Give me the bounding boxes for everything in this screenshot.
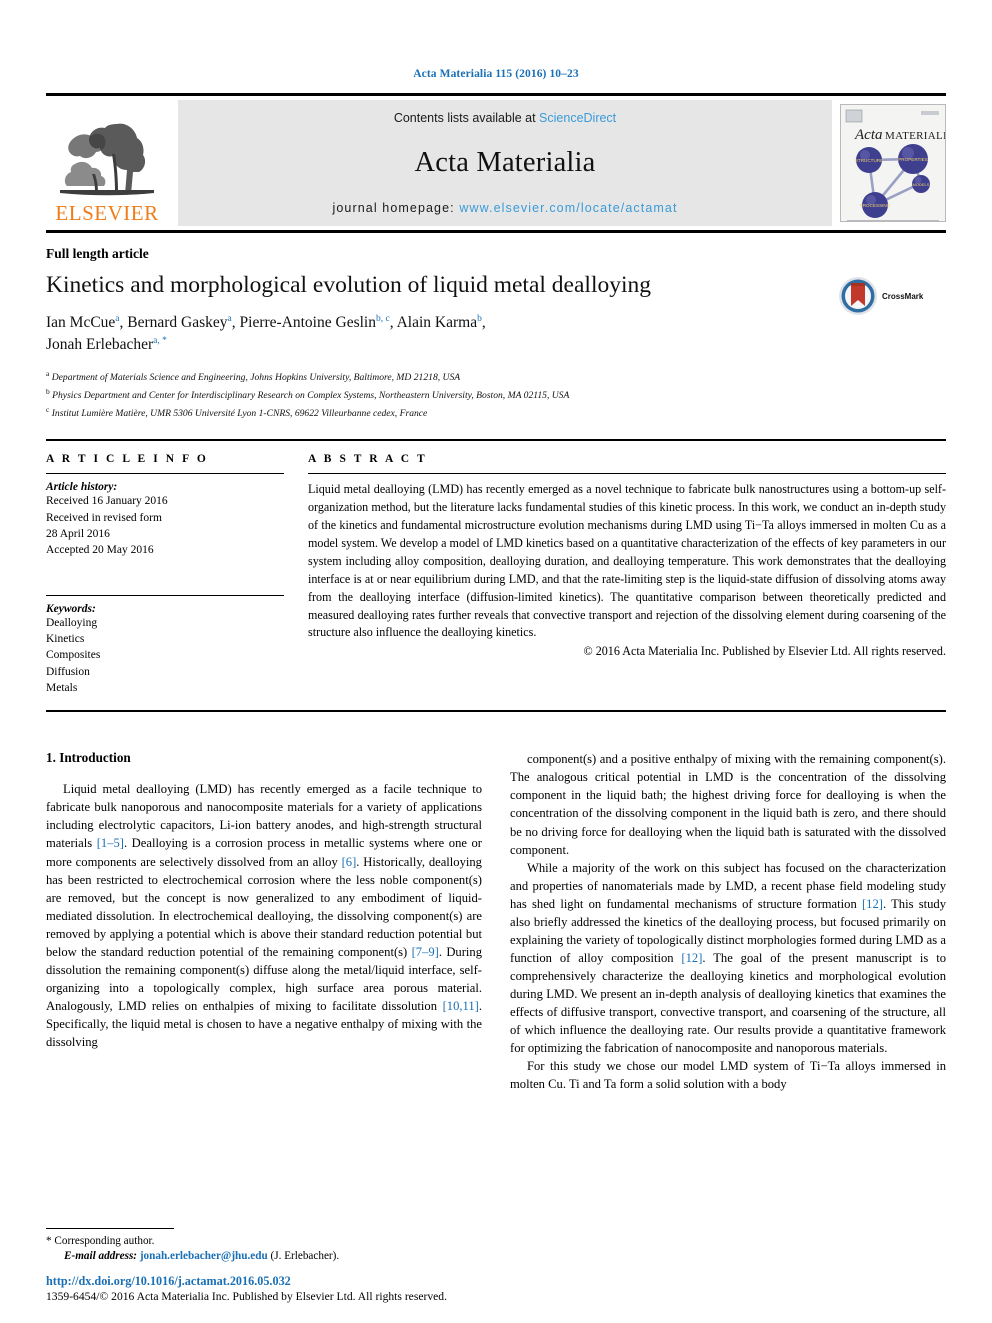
affiliation-mark: a	[46, 369, 50, 379]
citation-link[interactable]: [12]	[681, 951, 702, 965]
article-history-item: Accepted 20 May 2016	[46, 544, 154, 557]
affiliation-list: a Department of Materials Science and En…	[46, 368, 946, 421]
body-columns: 1. Introduction Liquid metal dealloying …	[46, 750, 946, 1093]
affiliation-mark: b	[46, 386, 50, 396]
journal-title: Acta Materialia	[414, 147, 596, 178]
intro-right-paragraphs: component(s) and a positive enthalpy of …	[510, 750, 946, 1093]
email-label: E-mail address:	[64, 1250, 138, 1263]
article-type-label: Full length article	[46, 246, 149, 261]
article-history-item: Received in revised form	[46, 511, 162, 524]
divider	[46, 1227, 174, 1229]
doi-link[interactable]: http://dx.doi.org/10.1016/j.actamat.2016…	[46, 1273, 606, 1289]
author-name: Ian McCue	[46, 314, 116, 332]
keywords-label: Keywords:	[46, 602, 96, 615]
homepage-prefix: journal homepage:	[332, 201, 460, 215]
author-line-2: Jonah Erlebachera, *	[46, 336, 167, 353]
svg-text:Acta: Acta	[854, 127, 883, 143]
corresponding-author-line: * Corresponding author.	[46, 1234, 155, 1247]
citation-link[interactable]: [10,11]	[443, 999, 479, 1013]
info-abstract-block: A R T I C L E I N F O Article history: R…	[46, 439, 946, 713]
body-column-right: component(s) and a positive enthalpy of …	[510, 750, 946, 1093]
abstract-heading: A B S T R A C T	[308, 453, 428, 466]
email-suffix: (J. Erlebacher).	[270, 1250, 340, 1263]
article-history-lines: Received 16 January 2016 Received in revi…	[46, 493, 284, 558]
journal-cover-image: Acta MATERIALIA	[841, 105, 945, 221]
body-paragraph: While a majority of the work on this sub…	[510, 860, 946, 1056]
divider	[308, 473, 946, 475]
title-block: Kinetics and morphological evolution of …	[46, 272, 946, 356]
article-history-item: Received 16 January 2016	[46, 495, 168, 508]
author-line-1: Ian McCuea, Bernard Gaskeya, Pierre-Anto…	[46, 313, 486, 332]
abstract-column: A B S T R A C T Liquid metal dealloying …	[302, 453, 946, 696]
intro-left-paragraphs: Liquid metal dealloying (LMD) has recent…	[46, 780, 482, 1051]
elsevier-wordmark: ELSEVIER	[55, 201, 159, 225]
citation-link[interactable]: [6]	[342, 855, 357, 869]
crossmark-badge[interactable]: CrossMark	[838, 272, 946, 316]
affiliation-item: c Institut Lumière Matière, UMR 5306 Uni…	[46, 404, 428, 419]
divider	[46, 594, 284, 596]
body-paragraph: Liquid metal dealloying (LMD) has recent…	[46, 782, 482, 1050]
sciencedirect-link[interactable]: ScienceDirect	[539, 111, 616, 125]
svg-text:STRUCTURE: STRUCTURE	[855, 158, 883, 163]
citation-link[interactable]: [12]	[862, 897, 883, 911]
abstract-copyright: © 2016 Acta Materialia Inc. Published by…	[583, 644, 946, 659]
crossmark-label: CrossMark	[882, 291, 924, 301]
running-head: Acta Materialia 115 (2016) 10–23	[413, 68, 579, 80]
author-affiliation-mark: a, *	[153, 335, 167, 346]
author-list: Ian McCuea, Bernard Gaskeya, Pierre-Anto…	[46, 312, 824, 356]
paper-page: Acta Materialia 115 (2016) 10–23 ELSEVIE…	[0, 0, 992, 1323]
article-info-heading: A R T I C L E I N F O	[46, 453, 209, 466]
journal-homepage-line: journal homepage: www.elsevier.com/locat…	[332, 201, 677, 215]
affiliation-mark: c	[46, 404, 50, 414]
body-column-left: 1. Introduction Liquid metal dealloying …	[46, 750, 482, 1093]
citation-link[interactable]: [1–5]	[97, 836, 124, 850]
author-name: Alain Karma	[396, 314, 478, 332]
article-history-label: Article history:	[46, 481, 118, 494]
section-heading-introduction: 1. Introduction	[46, 750, 131, 766]
article-info-column: A R T I C L E I N F O Article history: R…	[46, 453, 302, 696]
keywords-list: Dealloying Kinetics Composites Diffusion Met…	[46, 615, 284, 697]
page-footer: http://dx.doi.org/10.1016/j.actamat.2016…	[46, 1273, 606, 1305]
page-title: Kinetics and morphological evolution of …	[46, 272, 651, 298]
elsevier-tree-icon	[60, 123, 154, 196]
contents-available-line: Contents lists available at ScienceDirec…	[394, 111, 616, 125]
affiliation-item: b Physics Department and Center for Inte…	[46, 386, 570, 401]
author-affiliation-mark: b, c	[375, 313, 390, 324]
keyword-item: Metals	[46, 681, 78, 694]
contents-prefix: Contents lists available at	[393, 111, 540, 125]
author-name: Pierre-Antoine Geslin	[239, 314, 376, 332]
email-line: E-mail address: jonah.erlebacher@jhu.edu…	[46, 1249, 464, 1265]
svg-text:PROPERTIES: PROPERTIES	[898, 157, 928, 162]
issn-copyright: 1359-6454/© 2016 Acta Materialia Inc. Pu…	[46, 1290, 447, 1304]
svg-text:MODELS: MODELS	[913, 182, 930, 187]
author-name: Bernard Gaskey	[127, 314, 228, 332]
keyword-item: Kinetics	[46, 632, 85, 645]
author-name: Jonah Erlebacher	[46, 336, 154, 354]
divider	[46, 473, 284, 475]
author-affiliation-mark: a	[115, 313, 120, 324]
masthead-center-panel: Contents lists available at ScienceDirec…	[178, 100, 832, 226]
affiliation-item: a Department of Materials Science and En…	[46, 369, 461, 384]
keyword-item: Composites	[46, 649, 101, 662]
journal-masthead: ELSEVIER Contents lists available at Sci…	[46, 93, 946, 233]
keywords-block: Keywords: Dealloying Kinetics Composites Di…	[46, 594, 284, 697]
body-paragraph: component(s) and a positive enthalpy of …	[510, 752, 946, 857]
article-history-item: 28 April 2016	[46, 527, 110, 540]
crossmark-icon	[839, 277, 877, 315]
keyword-item: Dealloying	[46, 616, 98, 629]
author-affiliation-mark: b	[477, 313, 482, 324]
citation-link[interactable]: [7–9]	[412, 945, 439, 959]
email-link[interactable]: jonah.erlebacher@jhu.edu	[140, 1250, 268, 1262]
journal-cover-thumbnail: Acta MATERIALIA	[840, 100, 946, 226]
svg-text:MATERIALIA: MATERIALIA	[885, 130, 945, 142]
homepage-url-link[interactable]: www.elsevier.com/locate/actamat	[459, 201, 677, 215]
body-paragraph: For this study we chose our model LMD sy…	[510, 1059, 946, 1092]
svg-text:PROCESSING: PROCESSING	[860, 203, 891, 208]
keyword-item: Diffusion	[46, 665, 90, 678]
corresponding-author-footnote: * Corresponding author. E-mail address: …	[46, 1227, 464, 1265]
abstract-text: Liquid metal dealloying (LMD) has recent…	[308, 482, 946, 640]
author-affiliation-mark: a	[227, 313, 232, 324]
elsevier-logo: ELSEVIER	[46, 100, 168, 226]
